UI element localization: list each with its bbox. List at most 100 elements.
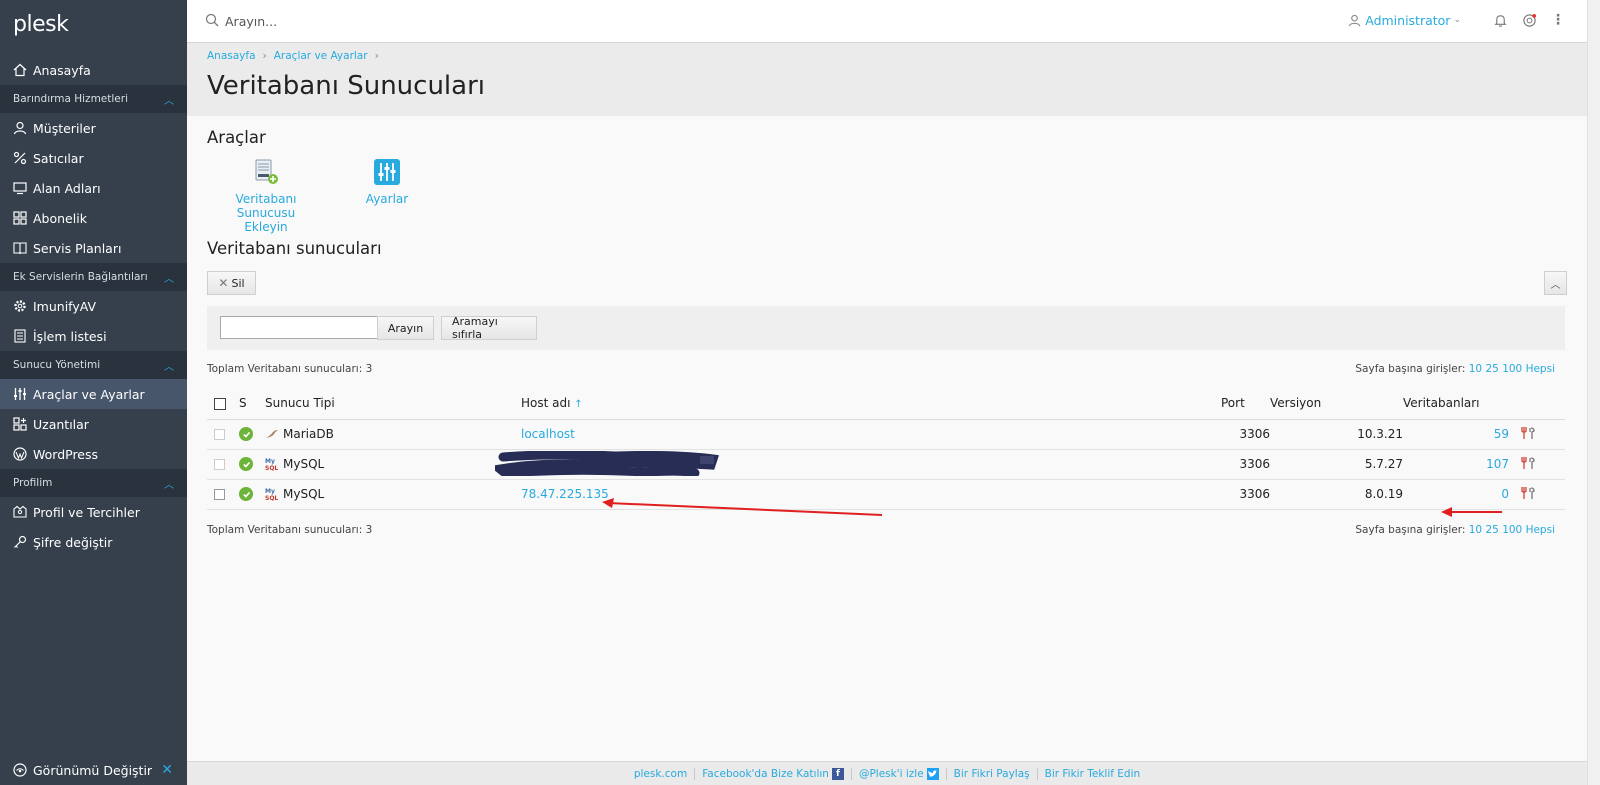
per-page-all[interactable]: Hepsi <box>1526 363 1555 375</box>
sidebar-item-profile-preferences[interactable]: Profil ve Tercihler <box>0 497 187 527</box>
sidebar-group-hosting[interactable]: Barındırma Hizmetleri ︿ <box>0 85 187 113</box>
sidebar-item-change-password[interactable]: Şifre değiştir <box>0 527 187 557</box>
databases-count-link[interactable]: 59 <box>1494 427 1509 441</box>
col-status[interactable]: S <box>239 388 265 420</box>
sidebar-item-label: WordPress <box>33 446 99 462</box>
sidebar-item-home[interactable]: Anasayfa <box>0 55 187 85</box>
tools-wrench-icon[interactable] <box>1521 486 1536 503</box>
add-db-server-button[interactable]: Veritabanı Sunucusu Ekleyin <box>206 158 326 234</box>
status-ok-icon <box>239 427 253 442</box>
gear-icon <box>13 298 33 314</box>
more-menu-icon[interactable]: ⋮ <box>1551 12 1565 28</box>
search-button[interactable]: Arayın <box>377 316 434 340</box>
host-link[interactable]: localhost <box>521 427 575 441</box>
list-search-input[interactable] <box>220 316 383 339</box>
server-type: MySQL <box>283 487 325 501</box>
collapse-list-button[interactable]: ︿ <box>1544 271 1567 295</box>
group-title: Ek Servislerin Bağlantıları <box>13 271 148 283</box>
col-host[interactable]: Host adı ↑ <box>521 388 1221 420</box>
settings-tool-button[interactable]: Ayarlar <box>352 158 422 206</box>
svg-text:SQL: SQL <box>265 465 278 471</box>
table-row: MariaDB localhost 3306 10.3.21 59 <box>207 419 1565 450</box>
profile-card-icon <box>13 504 33 520</box>
per-page-10[interactable]: 10 <box>1469 524 1482 536</box>
version-cell: 8.0.19 <box>1270 479 1403 510</box>
breadcrumb-tools-settings[interactable]: Araçlar ve Ayarlar <box>274 50 368 62</box>
row-checkbox[interactable] <box>214 429 225 440</box>
page-scrollbar[interactable] <box>1587 0 1600 785</box>
sidebar-item-imunifyav[interactable]: ImunifyAV <box>0 291 187 321</box>
sidebar-group-profile[interactable]: Profilim ︿ <box>0 469 187 497</box>
col-version[interactable]: Versiyon <box>1270 388 1403 420</box>
row-checkbox[interactable] <box>214 459 225 470</box>
server-type: MariaDB <box>283 427 334 441</box>
per-page-25[interactable]: 25 <box>1485 363 1498 375</box>
delete-button[interactable]: ✕ Sil <box>207 271 256 295</box>
key-icon <box>13 534 33 550</box>
tools-wrench-icon[interactable] <box>1521 456 1536 473</box>
select-all-checkbox[interactable] <box>214 397 226 410</box>
databases-count-link[interactable]: 0 <box>1501 487 1509 501</box>
sidebar-item-label: Araçlar ve Ayarlar <box>33 386 145 402</box>
per-page-all[interactable]: Hepsi <box>1526 524 1555 536</box>
footer-link-label: Bir Fikir Teklif Edin <box>1044 767 1141 780</box>
svg-text:My: My <box>265 488 275 495</box>
search-panel: Arayın Aramayı sıfırla <box>207 306 1565 350</box>
sidebar-item-extensions[interactable]: Uzantılar <box>0 409 187 439</box>
footer-link-plesk[interactable]: plesk.com <box>627 767 696 780</box>
tools-wrench-icon[interactable] <box>1521 426 1536 443</box>
chevron-up-icon: ︿ <box>1550 279 1561 291</box>
per-page-100[interactable]: 100 <box>1502 524 1522 536</box>
twitter-icon <box>926 767 939 780</box>
host-link[interactable]: 78.47.225.135 <box>521 487 609 501</box>
breadcrumb-home[interactable]: Anasayfa <box>207 50 256 62</box>
footer-link-facebook[interactable]: Facebook'da Bize Katılın f <box>695 767 852 780</box>
footer-link-share-idea[interactable]: Bir Fikri Paylaş <box>947 767 1038 780</box>
col-databases[interactable]: Veritabanları <box>1403 388 1509 420</box>
sidebar-item-tools-settings[interactable]: Araçlar ve Ayarlar <box>0 379 187 409</box>
sidebar-item-label: Müşteriler <box>33 120 96 136</box>
chevron-up-icon: ︿ <box>164 361 174 373</box>
change-view-button[interactable]: Görünümü Değiştir ✕ <box>0 755 187 785</box>
sidebar-item-customers[interactable]: Müşteriler <box>0 113 187 143</box>
sidebar-item-domains[interactable]: Alan Adları <box>0 173 187 203</box>
reset-search-button[interactable]: Aramayı sıfırla <box>441 315 537 341</box>
col-port[interactable]: Port <box>1221 388 1270 420</box>
sidebar-group-extensions-links[interactable]: Ek Servislerin Bağlantıları ︿ <box>0 263 187 291</box>
status-ok-icon <box>239 487 253 502</box>
plesk-logo[interactable]: plesk <box>0 0 187 42</box>
help-icon[interactable] <box>1522 13 1537 28</box>
sidebar-item-resellers[interactable]: Satıcılar <box>0 143 187 173</box>
grid-icon <box>13 210 33 226</box>
redaction-scribble <box>495 451 719 476</box>
port-cell: 3306 <box>1221 479 1270 510</box>
search-input[interactable]: Arayın... <box>225 14 277 29</box>
footer-link-twitter[interactable]: @Plesk'i izle <box>852 767 947 780</box>
per-page-25[interactable]: 25 <box>1485 524 1498 536</box>
per-page-bottom: Sayfa başına girişler: 10 25 100 Hepsi <box>1355 524 1555 536</box>
per-page-10[interactable]: 10 <box>1469 363 1482 375</box>
databases-count-link[interactable]: 107 <box>1486 457 1509 471</box>
chevron-right-icon: › <box>374 50 379 62</box>
chevron-down-icon: ⌄ <box>1453 15 1461 25</box>
global-search[interactable]: Arayın... <box>205 13 277 30</box>
version-cell: 5.7.27 <box>1270 449 1403 480</box>
sidebar-group-server-management[interactable]: Sunucu Yönetimi ︿ <box>0 351 187 379</box>
per-page-100[interactable]: 100 <box>1502 363 1522 375</box>
sidebar-item-label: İşlem listesi <box>33 328 107 344</box>
footer-link-label: @Plesk'i izle <box>858 767 924 780</box>
sidebar-item-process-list[interactable]: İşlem listesi <box>0 321 187 351</box>
svg-text:My: My <box>265 458 275 465</box>
row-checkbox[interactable] <box>214 489 225 500</box>
db-servers-section-title: Veritabanı sunucuları <box>207 239 382 258</box>
sidebar-item-service-plans[interactable]: Servis Planları <box>0 233 187 263</box>
user-icon <box>13 120 33 136</box>
status-ok-icon <box>239 457 253 472</box>
sidebar-item-subscriptions[interactable]: Abonelik <box>0 203 187 233</box>
footer-link-suggest-idea[interactable]: Bir Fikir Teklif Edin <box>1038 768 1148 780</box>
close-icon[interactable]: ✕ <box>161 762 173 778</box>
sidebar-item-wordpress[interactable]: WordPress <box>0 439 187 469</box>
notifications-icon[interactable] <box>1493 13 1508 28</box>
user-menu[interactable]: Administrator ⌄ <box>1348 13 1461 28</box>
col-server-type[interactable]: Sunucu Tipi <box>265 388 521 420</box>
